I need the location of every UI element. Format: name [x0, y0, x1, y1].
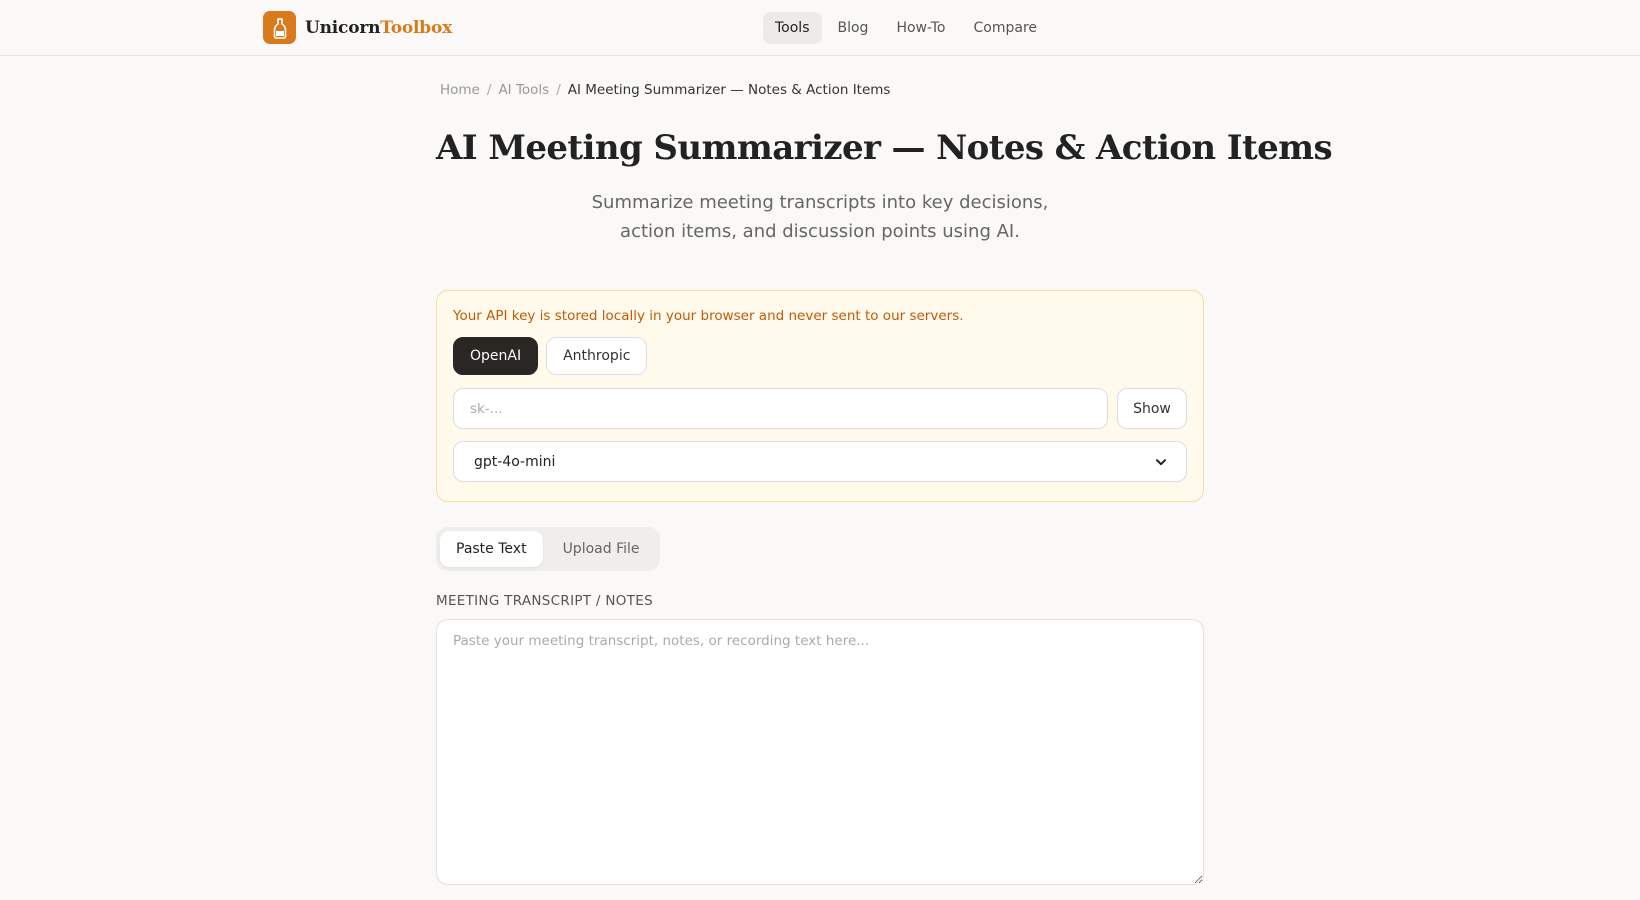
tab-upload-file[interactable]: Upload File — [547, 531, 656, 567]
breadcrumb-separator: / — [486, 82, 492, 98]
transcript-label: MEETING TRANSCRIPT / NOTES — [436, 593, 653, 609]
page-subtitle: Summarize meeting transcripts into key d… — [591, 192, 1049, 242]
model-select-wrapper: gpt-4o-mini — [453, 441, 1187, 482]
breadcrumb-current: AI Meeting Summarizer — Notes & Action I… — [567, 82, 891, 98]
page-title: AI Meeting Summarizer — Notes & Action I… — [436, 128, 1333, 168]
transcript-textarea[interactable] — [436, 619, 1204, 885]
provider-openai-button[interactable]: OpenAI — [453, 337, 539, 375]
api-key-row: Show — [453, 388, 1187, 429]
api-key-notice: Your API key is stored locally in your b… — [453, 308, 964, 324]
provider-selector: OpenAI Anthropic — [453, 337, 1187, 375]
show-key-button[interactable]: Show — [1117, 388, 1187, 429]
tab-paste-text[interactable]: Paste Text — [440, 531, 543, 567]
chevron-down-icon — [1156, 454, 1166, 470]
nav-how-to[interactable]: How-To — [884, 12, 957, 44]
top-navigation-bar: UnicornToolbox Tools Blog How-To Compare — [0, 0, 1640, 56]
breadcrumb: Home / AI Tools / AI Meeting Summarizer … — [440, 82, 1204, 98]
bottle-logo-icon — [263, 11, 296, 44]
breadcrumb-home[interactable]: Home — [440, 82, 480, 98]
model-select[interactable]: gpt-4o-mini — [453, 441, 1187, 482]
brand-home-link[interactable]: UnicornToolbox — [263, 11, 452, 44]
input-mode-tabs: Paste Text Upload File — [436, 527, 660, 571]
provider-anthropic-button[interactable]: Anthropic — [546, 337, 648, 375]
nav-tools[interactable]: Tools — [763, 12, 822, 44]
main-content: Home / AI Tools / AI Meeting Summarizer … — [436, 56, 1333, 885]
api-key-card: Your API key is stored locally in your b… — [436, 290, 1204, 502]
api-key-input[interactable] — [453, 388, 1108, 429]
nav-compare[interactable]: Compare — [962, 12, 1050, 44]
model-select-value: gpt-4o-mini — [474, 453, 556, 470]
breadcrumb-separator: / — [556, 82, 561, 98]
breadcrumb-ai-tools[interactable]: AI Tools — [498, 82, 549, 98]
nav-blog[interactable]: Blog — [826, 12, 881, 44]
main-nav: Tools Blog How-To Compare — [763, 12, 1049, 44]
brand-name: UnicornToolbox — [305, 17, 453, 38]
